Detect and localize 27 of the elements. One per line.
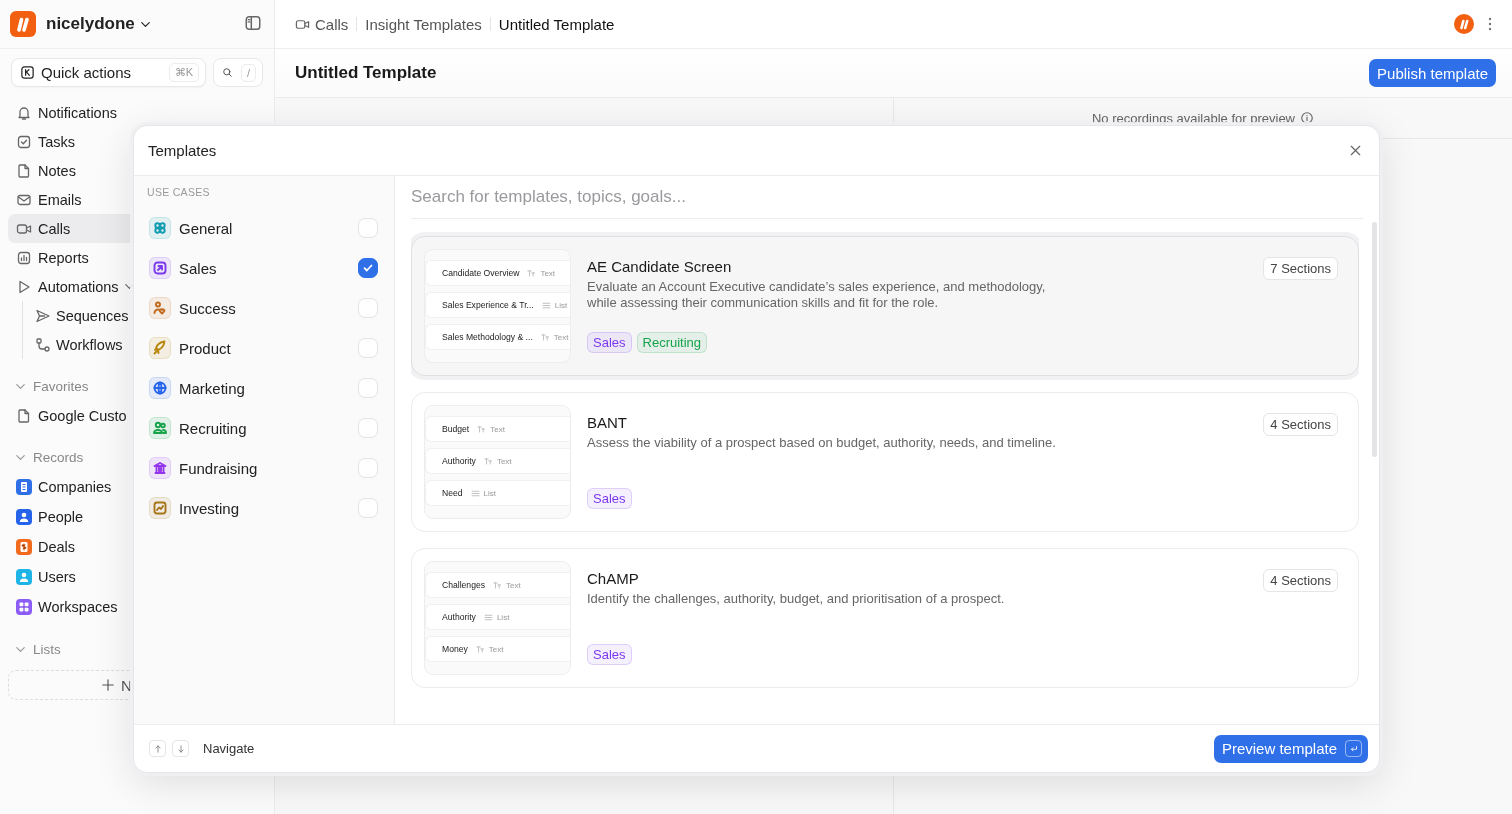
template-title: BANT	[587, 414, 628, 431]
sections-count: 4 Sections	[1263, 569, 1338, 592]
template-description: Assess the viability of a prospect based on budget, authority, needs, and timeline.	[587, 435, 1057, 451]
section-row: Need List	[425, 480, 570, 506]
empty-preview-message: No recordings available for preview	[1091, 110, 1295, 126]
section-label: USE CASES	[146, 186, 211, 200]
section-row: Authority Text	[425, 448, 570, 474]
section-row: Authority List	[425, 604, 570, 630]
dialog-title: Templates	[148, 142, 217, 159]
navigate-hint: Navigate	[203, 741, 255, 756]
template-description: Identify the challenges, authority, budget, and prioritisation of a prospect.	[587, 591, 1006, 607]
template-title: ChAMP	[587, 570, 640, 587]
section-row: Money Text	[425, 636, 570, 662]
section-row: Sales Methodology & ... Text	[425, 324, 570, 350]
tag: Sales	[587, 488, 632, 509]
tag: Sales	[587, 644, 632, 665]
tag: Recruiting	[636, 332, 708, 353]
template-title: AE Candidate Screen	[587, 258, 733, 275]
section-row: Sales Experience & Tr... List	[425, 292, 570, 318]
template-description: Evaluate an Account Executive candidate’s sales experience, and methodology, while assessing their communication skills and fit for the role.	[587, 279, 1047, 311]
section-row: Budget Text	[425, 416, 570, 442]
section-row: Challenges Text	[425, 572, 570, 598]
section-row: Candidate Overview Text	[425, 260, 570, 286]
page-title: Untitled Template	[295, 63, 437, 83]
sections-count: 4 Sections	[1263, 413, 1338, 436]
tag: Sales	[587, 332, 632, 353]
sections-count: 7 Sections	[1263, 257, 1338, 280]
